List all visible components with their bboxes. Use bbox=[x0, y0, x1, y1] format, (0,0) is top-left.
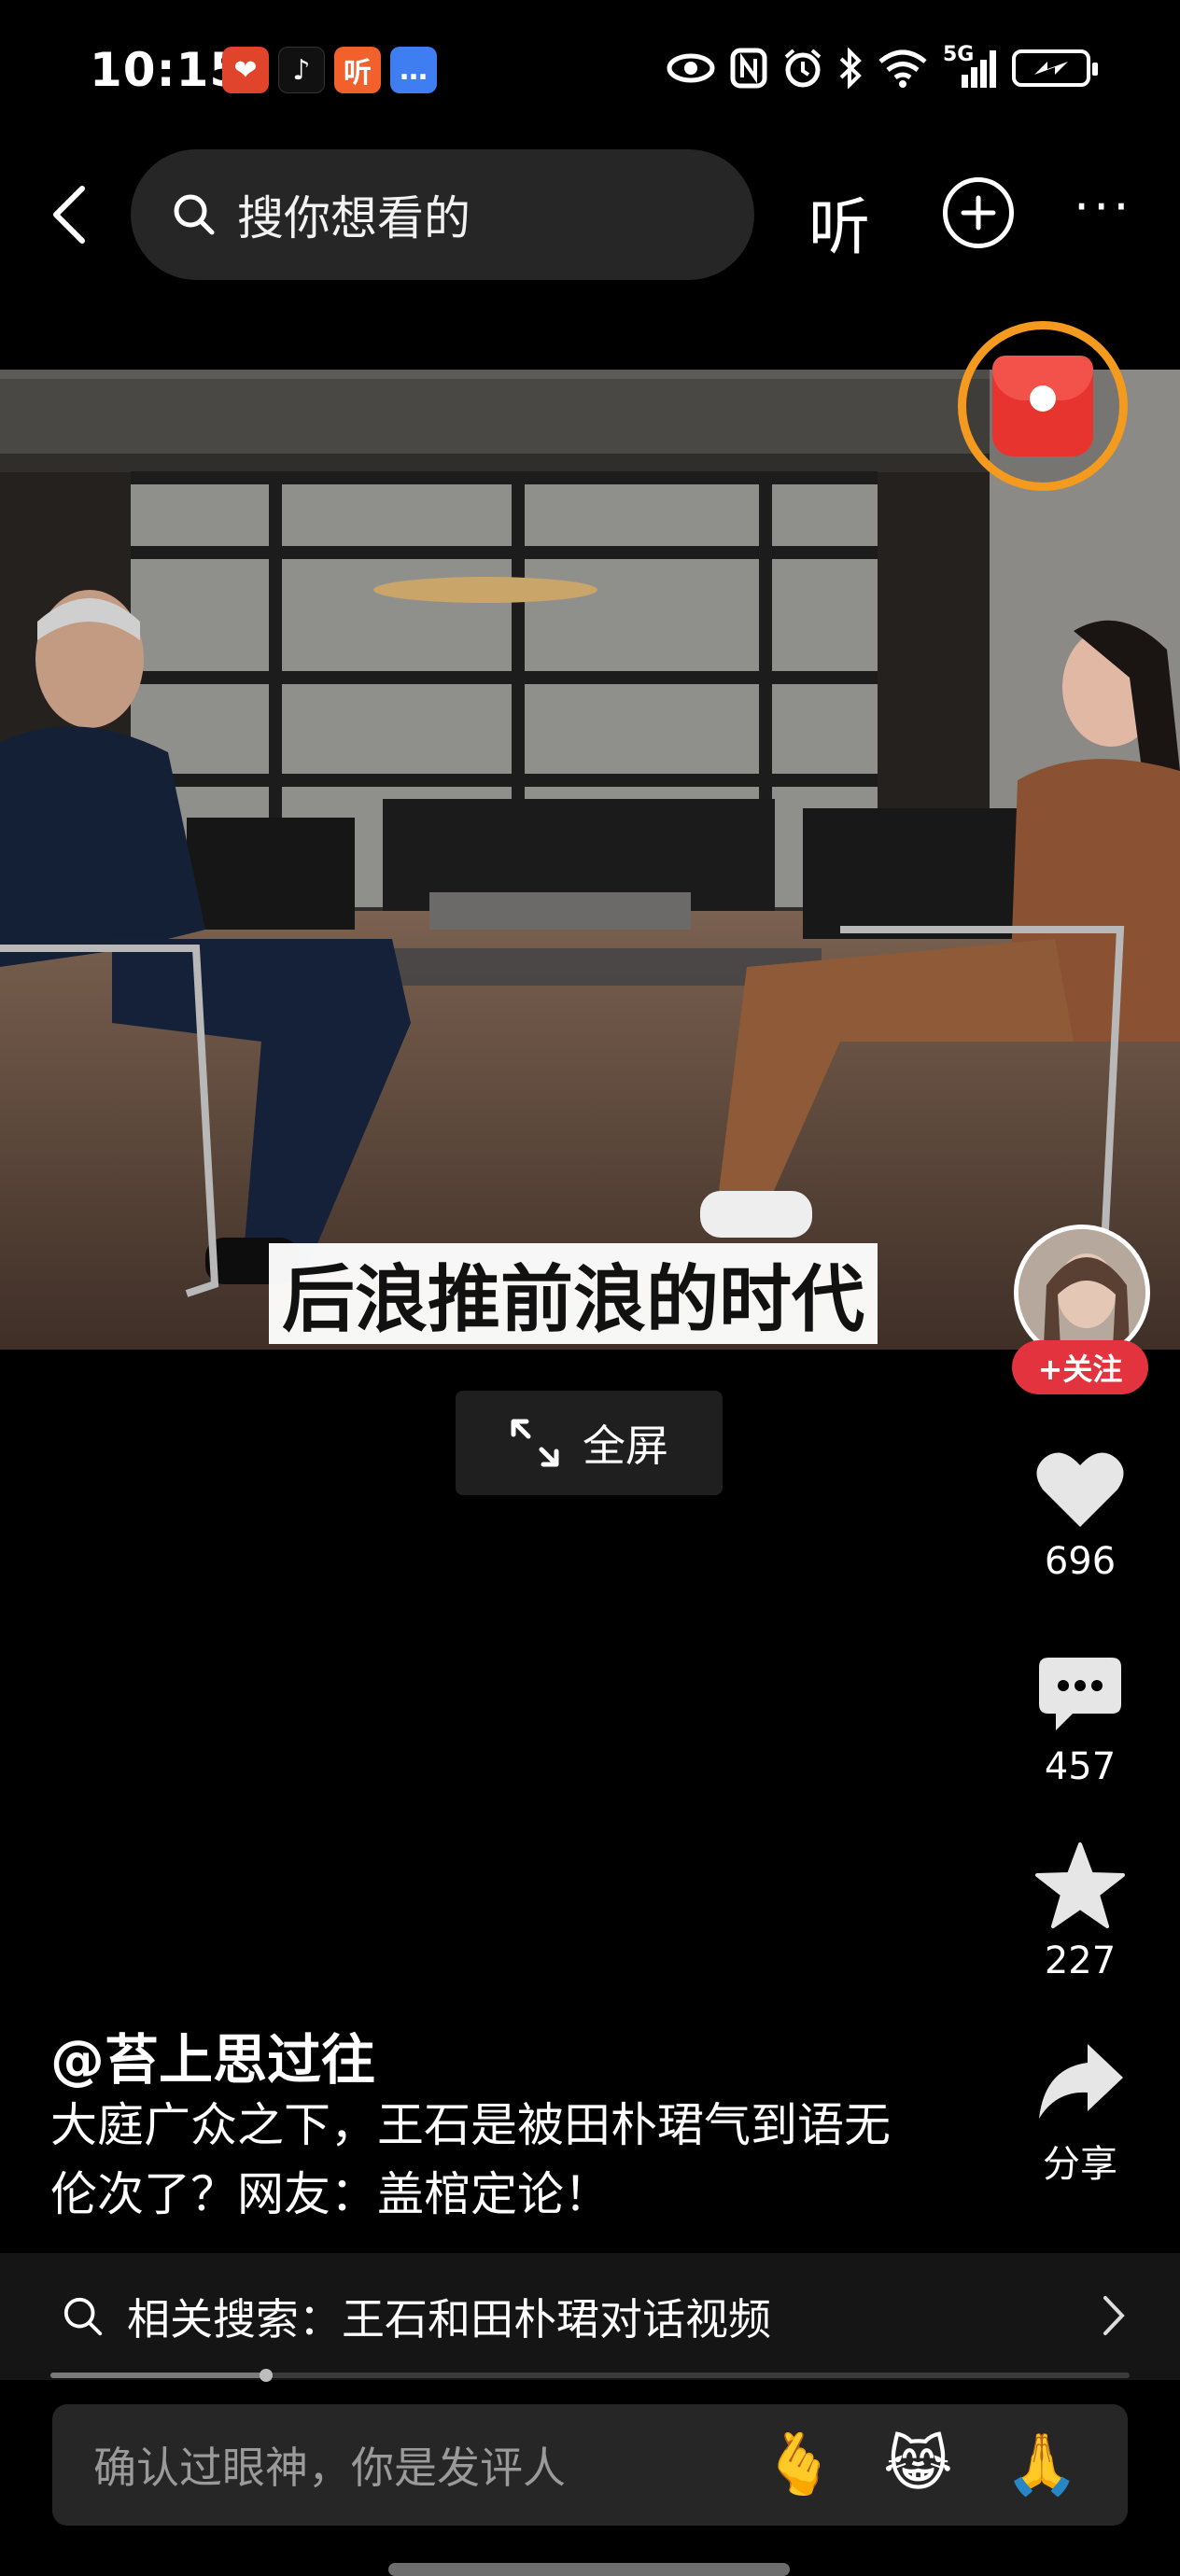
share-label: 分享 bbox=[1043, 2143, 1117, 2186]
signal-icon: 5G bbox=[943, 43, 997, 90]
back-button[interactable] bbox=[32, 177, 106, 252]
follow-button[interactable]: +关注 bbox=[1012, 1340, 1148, 1394]
like-count: 696 bbox=[1044, 1540, 1117, 1583]
pray-emoji-button[interactable]: 🙏 bbox=[1004, 2429, 1079, 2501]
comment-count: 457 bbox=[1044, 1745, 1117, 1788]
search-icon bbox=[63, 2297, 103, 2336]
fullscreen-button[interactable]: 全屏 bbox=[456, 1391, 723, 1495]
system-icons: 5G bbox=[667, 43, 1098, 90]
listen-button[interactable]: 听 bbox=[808, 177, 870, 267]
top-bar: 搜你想看的 听 ··· bbox=[0, 149, 1180, 280]
playback-progress-bar[interactable] bbox=[50, 2369, 1130, 2382]
related-search-bar[interactable]: 相关搜索：王石和田朴珺对话视频 bbox=[0, 2253, 1180, 2380]
home-indicator[interactable] bbox=[388, 2563, 790, 2576]
video-frame bbox=[0, 370, 1180, 1350]
chevron-right-icon bbox=[1103, 2296, 1125, 2335]
search-placeholder: 搜你想看的 bbox=[237, 191, 471, 245]
share-button[interactable]: 分享 bbox=[1012, 2040, 1148, 2188]
like-button[interactable]: 696 bbox=[1012, 1449, 1148, 1583]
laughing-emoji-button[interactable]: 😹 bbox=[883, 2429, 953, 2501]
bluetooth-icon bbox=[838, 47, 863, 90]
red-packet-icon bbox=[992, 356, 1093, 456]
finger-heart-emoji-button[interactable]: 🫰 bbox=[762, 2429, 836, 2501]
comment-icon bbox=[1039, 1658, 1121, 1730]
favorite-button[interactable]: 227 bbox=[1012, 1841, 1148, 1982]
video-caption: 后浪推前浪的时代 bbox=[269, 1243, 878, 1344]
chevron-left-icon bbox=[53, 186, 85, 244]
comment-input[interactable]: 确认过眼神，你是发评人 🫰 😹 🙏 bbox=[52, 2404, 1128, 2526]
favorite-count: 227 bbox=[1044, 1939, 1117, 1982]
listen-app-icon: 听 bbox=[334, 47, 381, 93]
eye-icon bbox=[667, 47, 715, 90]
status-time: 10:15 bbox=[90, 43, 244, 97]
more-button[interactable]: ··· bbox=[1074, 177, 1133, 236]
battery-icon bbox=[1012, 49, 1098, 87]
wifi-icon bbox=[878, 47, 928, 90]
expand-icon bbox=[511, 1419, 559, 1467]
video-player[interactable]: 后浪推前浪的时代 bbox=[0, 370, 1180, 1350]
comment-placeholder: 确认过眼神，你是发评人 bbox=[93, 2443, 566, 2493]
author-name[interactable]: @苔上思过往 bbox=[50, 2016, 375, 2094]
add-button[interactable] bbox=[943, 177, 1014, 248]
share-arrow-icon bbox=[1039, 2044, 1123, 2119]
status-bar: 10:15 ❤ ♪ 听 … 5G bbox=[0, 37, 1180, 112]
network-type-label: 5G bbox=[943, 43, 975, 66]
fullscreen-label: 全屏 bbox=[583, 1421, 668, 1471]
post-description: 大庭广众之下，王石是被田朴珺气到语无伦次了？网友：盖棺定论！ bbox=[50, 2098, 891, 2221]
comment-button[interactable]: 457 bbox=[1012, 1654, 1148, 1788]
progress-fill bbox=[50, 2373, 267, 2378]
plus-icon bbox=[961, 195, 996, 231]
related-search-text: 相关搜索：王石和田朴珺对话视频 bbox=[127, 2294, 771, 2345]
star-icon bbox=[1035, 1842, 1125, 1928]
search-icon bbox=[174, 194, 215, 235]
message-app-icon: … bbox=[390, 47, 437, 93]
heart-icon bbox=[1036, 1452, 1124, 1527]
red-packet-button[interactable] bbox=[958, 321, 1128, 491]
tiktok-app-icon: ♪ bbox=[278, 47, 325, 93]
alarm-icon bbox=[782, 47, 823, 90]
notification-icons: ❤ ♪ 听 … bbox=[222, 47, 437, 93]
search-input[interactable]: 搜你想看的 bbox=[131, 149, 754, 280]
pinduoduo-app-icon: ❤ bbox=[222, 47, 269, 93]
nfc-icon bbox=[730, 47, 767, 90]
